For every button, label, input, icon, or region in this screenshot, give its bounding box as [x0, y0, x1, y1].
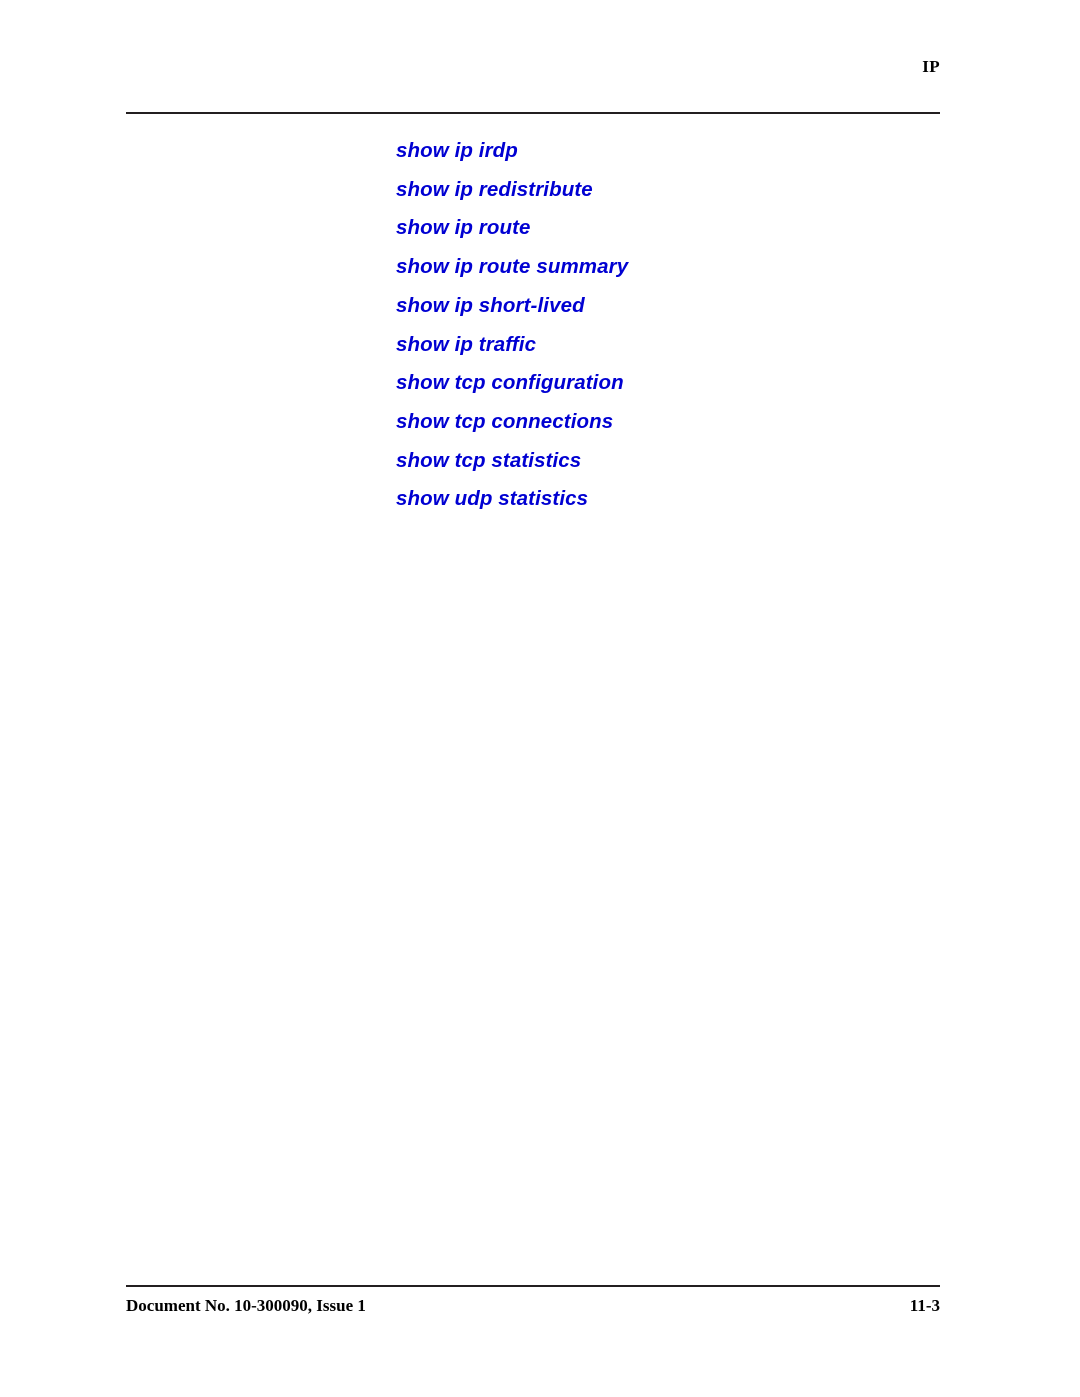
list-item[interactable]: show tcp connections	[396, 403, 956, 442]
list-item[interactable]: show ip traffic	[396, 326, 956, 365]
header-chapter-title: IP	[922, 57, 940, 76]
header-divider-rule	[126, 112, 940, 114]
list-item[interactable]: show ip route summary	[396, 248, 956, 287]
list-item[interactable]: show tcp statistics	[396, 442, 956, 481]
footer-page-number: 11-3	[909, 1296, 940, 1315]
command-list: show ip irdp show ip redistribute show i…	[396, 132, 956, 519]
list-item[interactable]: show ip route	[396, 209, 956, 248]
page-footer: Document No. 10-300090, Issue 1 11-3	[126, 1296, 940, 1316]
list-item[interactable]: show ip redistribute	[396, 171, 956, 210]
list-item[interactable]: show udp statistics	[396, 480, 956, 519]
document-page: IP show ip irdp show ip redistribute sho…	[0, 0, 1080, 1397]
footer-divider-rule	[126, 1285, 940, 1287]
page-header: IP	[126, 58, 940, 77]
list-item[interactable]: show ip short-lived	[396, 287, 956, 326]
list-item[interactable]: show tcp configuration	[396, 364, 956, 403]
list-item[interactable]: show ip irdp	[396, 132, 956, 171]
footer-document-number: Document No. 10-300090, Issue 1	[126, 1296, 366, 1315]
main-content: show ip irdp show ip redistribute show i…	[396, 132, 956, 519]
